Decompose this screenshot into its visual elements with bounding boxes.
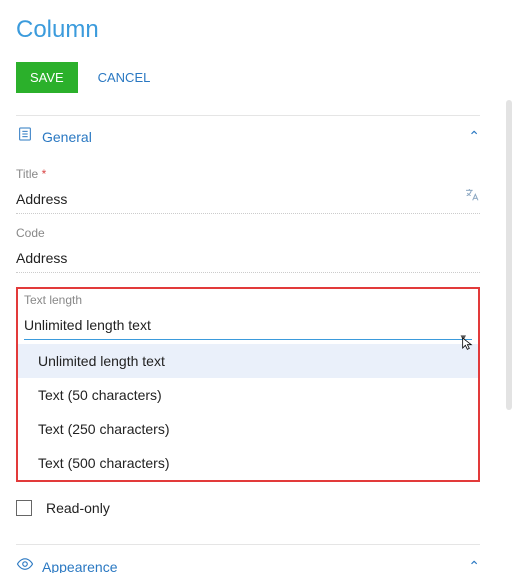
eye-icon [16,555,34,573]
text-length-select[interactable]: Unlimited length text [24,313,472,340]
page-title: Column [16,16,480,44]
dropdown-option[interactable]: Text (50 characters) [18,378,478,412]
section-label-general: General [42,129,468,145]
chevron-up-icon: ⌃ [468,128,480,145]
section-label-appearance: Appearence [42,559,468,573]
read-only-label: Read-only [46,500,110,516]
field-label-title: Title * [16,167,480,181]
field-read-only: Read-only [16,500,480,516]
list-icon [16,126,34,147]
save-button[interactable]: SAVE [16,62,78,93]
read-only-checkbox[interactable] [16,500,32,516]
field-code: Code [16,226,480,273]
highlight-text-length: Text length Unlimited length text ▾ Unli… [16,287,480,482]
cancel-button[interactable]: CANCEL [94,62,155,93]
chevron-up-icon: ⌃ [468,558,480,573]
action-bar: SAVE CANCEL [16,62,480,93]
cursor-pointer-icon [460,335,476,358]
dropdown-option[interactable]: Text (250 characters) [18,412,478,446]
dropdown-option[interactable]: Unlimited length text [18,344,478,378]
scrollbar-track[interactable] [506,100,512,410]
required-mark: * [42,167,47,181]
field-label-code: Code [16,226,480,240]
title-input[interactable] [16,187,480,214]
section-header-general[interactable]: General ⌃ [16,115,480,155]
field-label-text-length: Text length [24,293,472,307]
section-header-appearance[interactable]: Appearence ⌃ [16,544,480,573]
field-label-text-title: Title [16,167,38,181]
code-input[interactable] [16,246,480,273]
dropdown-option[interactable]: Text (500 characters) [18,446,478,480]
field-title: Title * [16,167,480,214]
field-text-length: Text length Unlimited length text ▾ [24,293,472,340]
text-length-options: Unlimited length text Text (50 character… [18,344,478,480]
translate-icon[interactable] [464,187,480,206]
